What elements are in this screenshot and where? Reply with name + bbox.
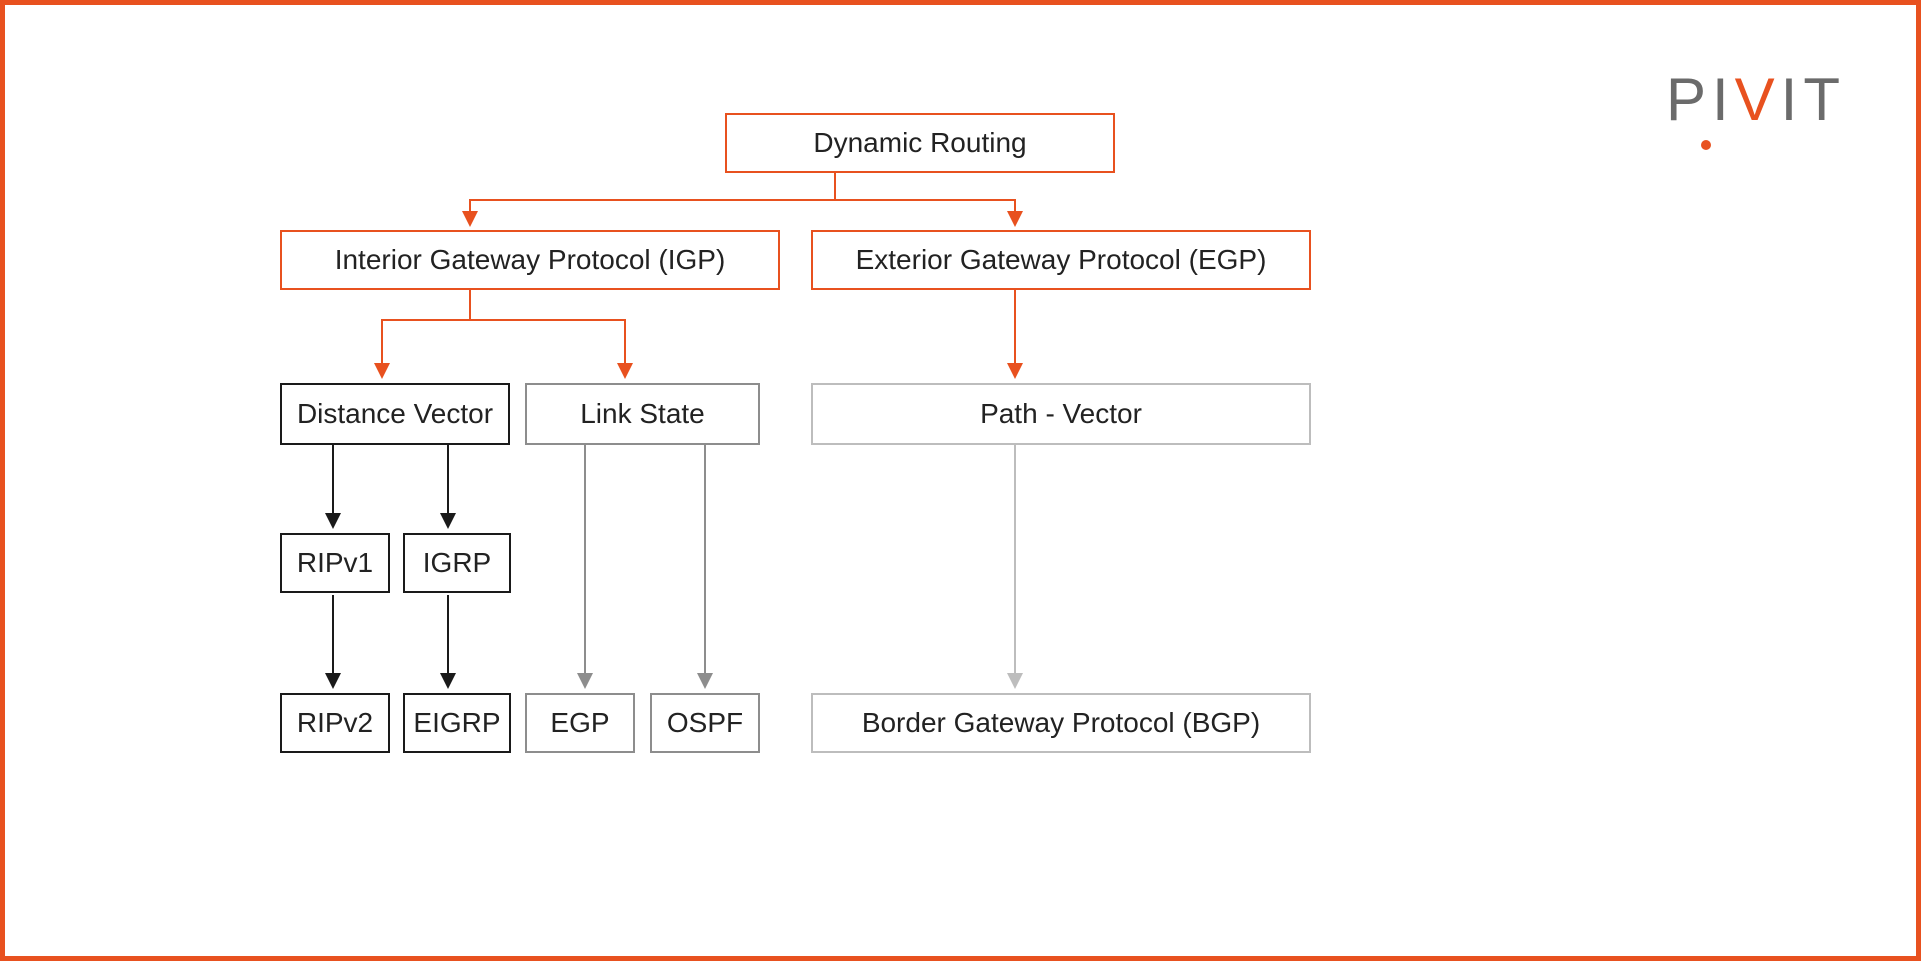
brand-dot-icon xyxy=(1701,140,1711,150)
node-egp-leaf: EGP xyxy=(525,693,635,753)
node-igp: Interior Gateway Protocol (IGP) xyxy=(280,230,780,290)
brand-i: I xyxy=(1712,66,1735,133)
node-egp: Exterior Gateway Protocol (EGP) xyxy=(811,230,1311,290)
node-eigrp: EIGRP xyxy=(403,693,511,753)
brand-i2: I xyxy=(1781,66,1804,133)
brand-logo: PIVIT xyxy=(1666,65,1846,134)
brand-p: P xyxy=(1666,66,1712,133)
node-ripv1: RIPv1 xyxy=(280,533,390,593)
node-igrp: IGRP xyxy=(403,533,511,593)
node-path-vector: Path - Vector xyxy=(811,383,1311,445)
node-ospf: OSPF xyxy=(650,693,760,753)
node-distance-vector: Distance Vector xyxy=(280,383,510,445)
brand-v: V xyxy=(1735,66,1781,133)
node-ripv2: RIPv2 xyxy=(280,693,390,753)
node-link-state: Link State xyxy=(525,383,760,445)
node-bgp: Border Gateway Protocol (BGP) xyxy=(811,693,1311,753)
node-root: Dynamic Routing xyxy=(725,113,1115,173)
brand-t: T xyxy=(1803,66,1846,133)
